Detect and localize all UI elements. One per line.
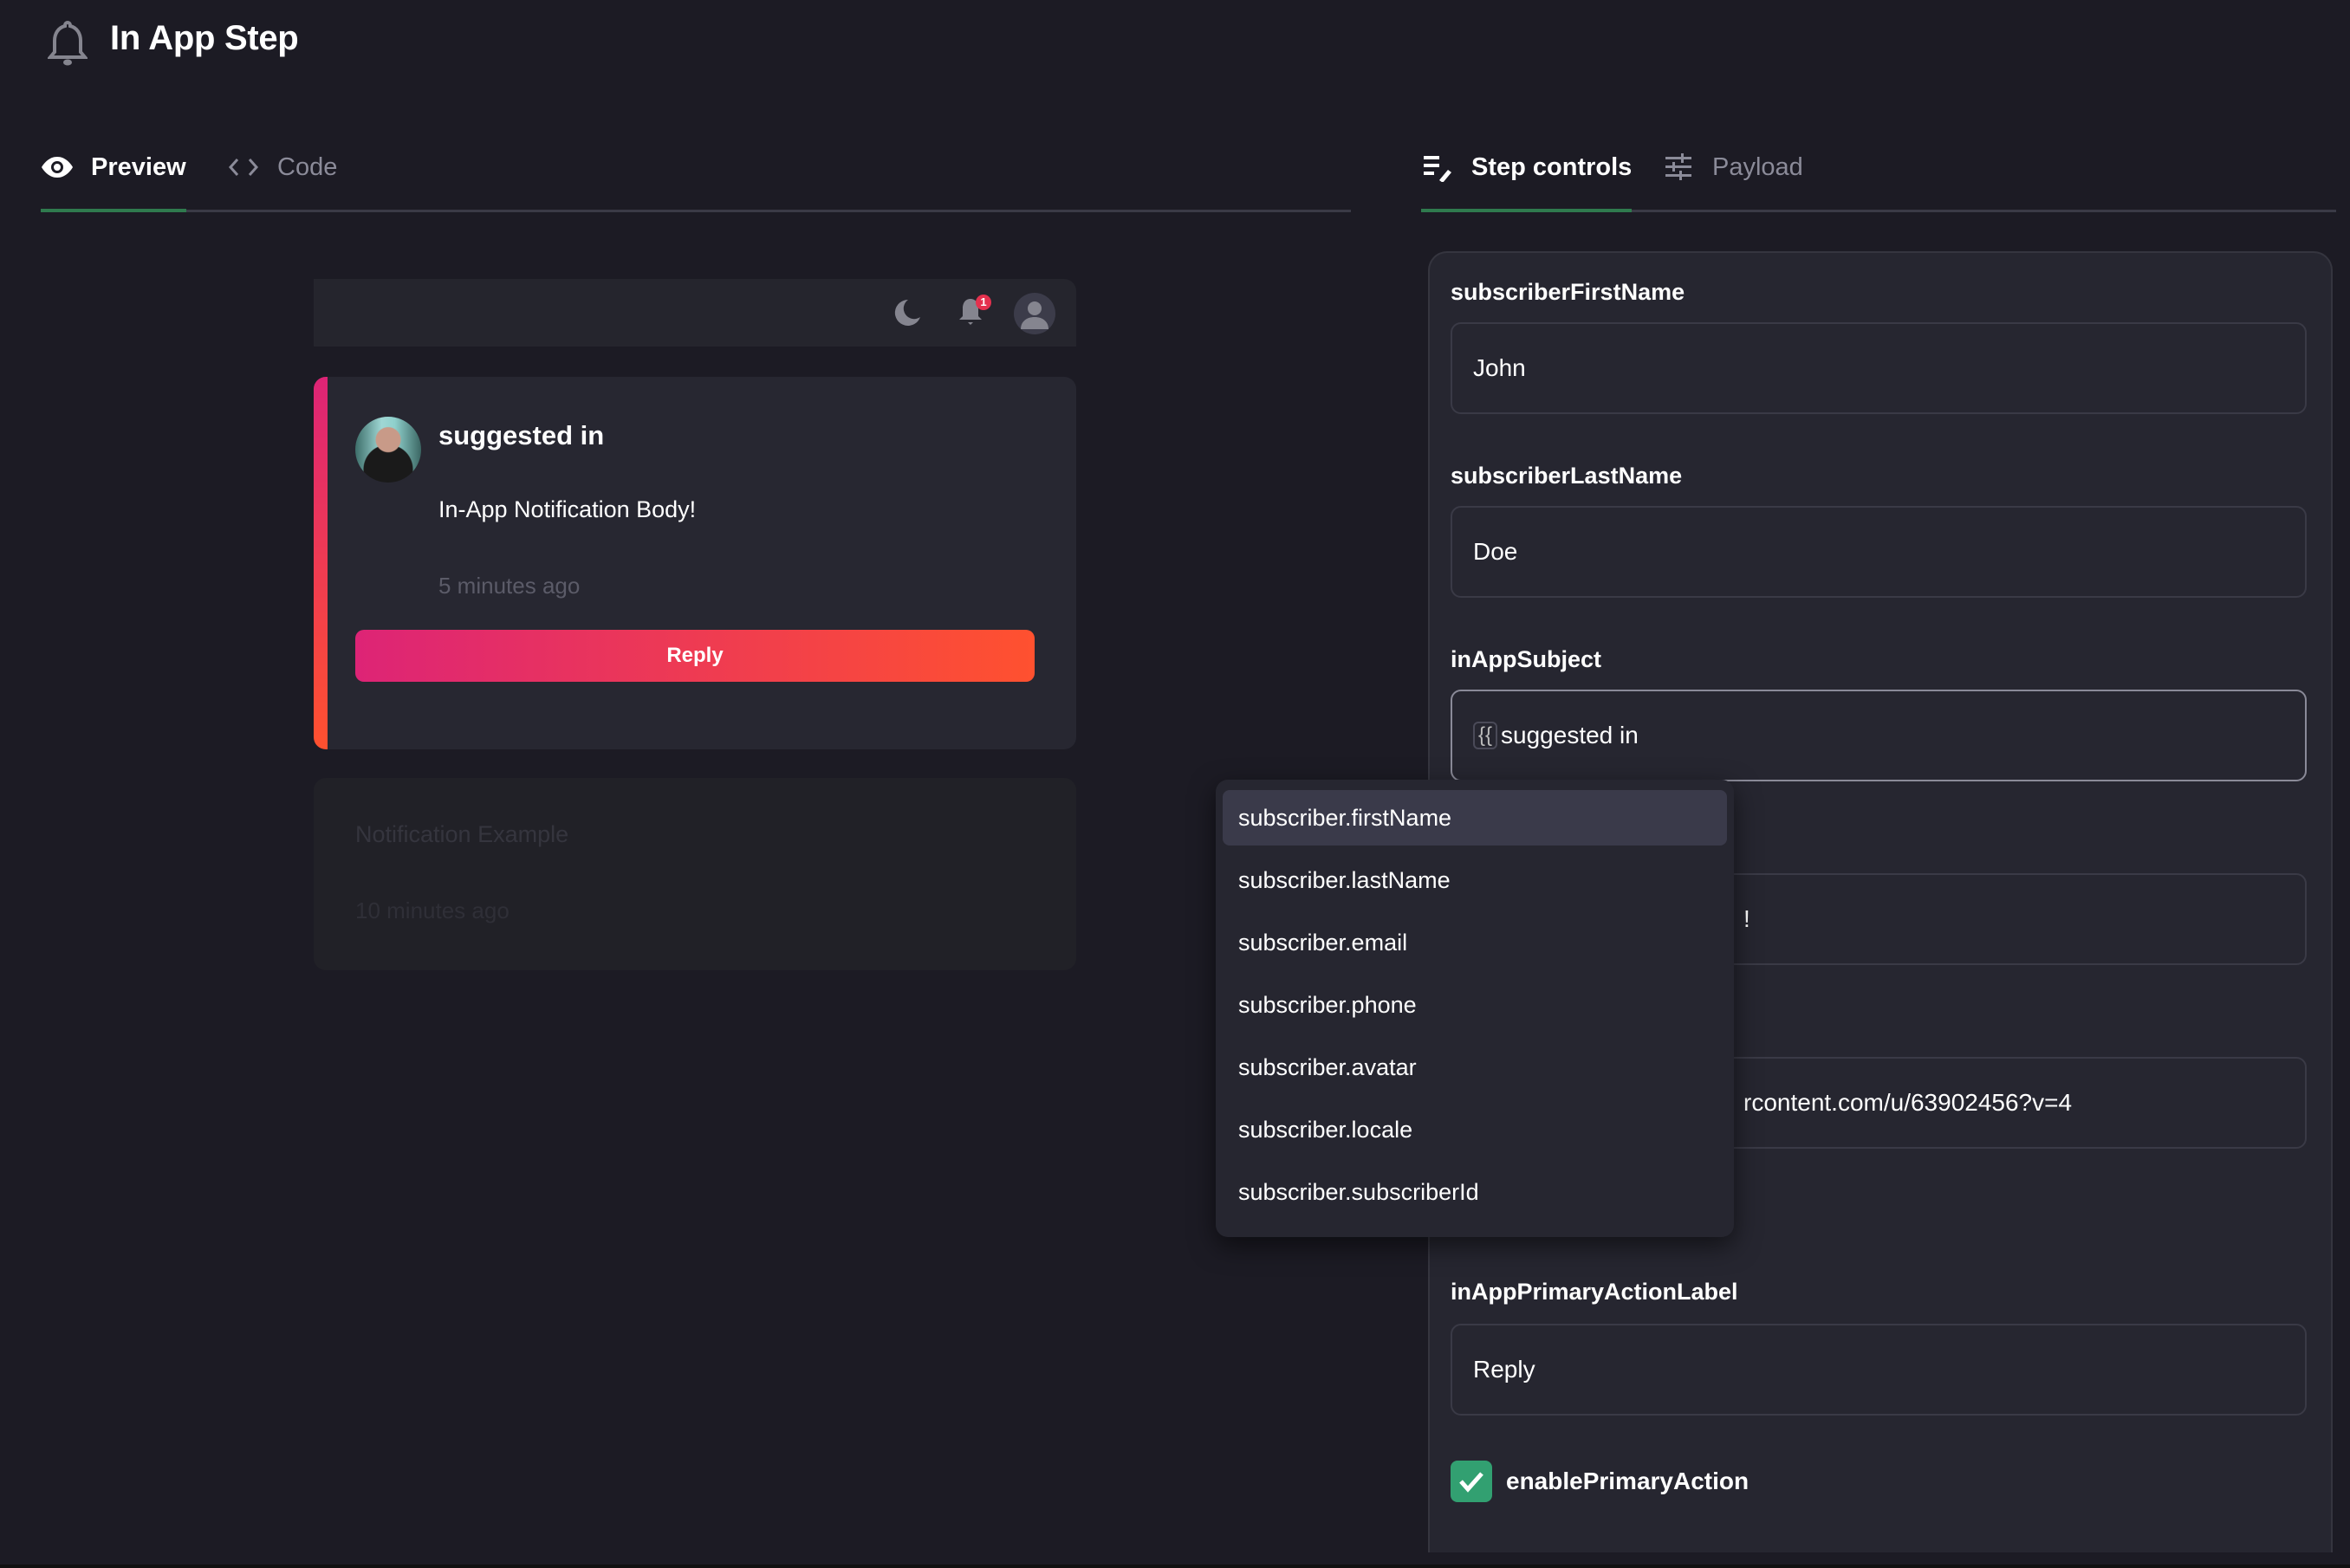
autocomplete-option[interactable]: subscriber.phone — [1223, 977, 1727, 1033]
page-title: In App Step — [110, 19, 299, 57]
in-app-subject-input[interactable]: {{ suggested in — [1451, 690, 2307, 781]
bottom-edge — [0, 1565, 2350, 1568]
autocomplete-option[interactable]: subscriber.firstName — [1223, 790, 1727, 846]
autocomplete-option[interactable]: subscriber.avatar — [1223, 1040, 1727, 1095]
input-value: Doe — [1473, 538, 1518, 565]
autocomplete-option[interactable]: subscriber.locale — [1223, 1102, 1727, 1157]
inbox-header: 1 — [314, 279, 1076, 347]
sender-avatar — [355, 417, 421, 483]
notification-time: 5 minutes ago — [438, 573, 581, 599]
user-avatar[interactable] — [1014, 293, 1055, 334]
controls-tabbar: Step controls Payload — [1421, 130, 2336, 212]
input-value: rcontent.com/u/63902456?v=4 — [1743, 1089, 2073, 1116]
moon-icon[interactable] — [893, 298, 922, 332]
input-value: Reply — [1473, 1356, 1535, 1383]
unread-badge: 1 — [976, 295, 991, 310]
tab-label: Preview — [91, 153, 186, 181]
preview-tabbar: Preview Code — [41, 130, 1351, 212]
tab-step-controls[interactable]: Step controls — [1421, 151, 1633, 212]
input-value: John — [1473, 354, 1526, 381]
tab-preview[interactable]: Preview — [41, 151, 186, 212]
input-value: suggested in — [1501, 722, 1639, 748]
tab-code[interactable]: Code — [227, 151, 337, 210]
primary-action-button[interactable]: Reply — [355, 630, 1035, 682]
field-label-in-app-primary-action-label: inAppPrimaryActionLabel — [1451, 1279, 1738, 1305]
tab-label: Code — [277, 153, 338, 181]
check-icon — [1459, 1472, 1483, 1493]
field-label-in-app-subject: inAppSubject — [1451, 646, 1601, 672]
notification-body: In-App Notification Body! — [438, 496, 697, 522]
autocomplete-option[interactable]: subscriber.lastName — [1223, 852, 1727, 908]
input-value: ! — [1743, 905, 1750, 932]
variable-autocomplete-dropdown: subscriber.firstName subscriber.lastName… — [1216, 780, 1734, 1237]
example-notification-card: Notification Example 10 minutes ago — [314, 778, 1076, 970]
eye-icon — [41, 151, 74, 184]
autocomplete-option[interactable]: subscriber.email — [1223, 915, 1727, 970]
field-label-subscriber-last-name: subscriberLastName — [1451, 463, 1683, 489]
subscriber-last-name-input[interactable]: Doe — [1451, 506, 2307, 598]
notification-subject: suggested in — [438, 420, 605, 450]
enable-primary-action-label: enablePrimaryAction — [1506, 1468, 1750, 1494]
sliders-icon — [1662, 151, 1695, 184]
variable-chip[interactable]: {{ — [1473, 722, 1498, 749]
tab-label: Payload — [1712, 153, 1803, 181]
notification-card[interactable]: suggested in In-App Notification Body! 5… — [314, 377, 1076, 749]
subscriber-first-name-input[interactable]: John — [1451, 322, 2307, 414]
edit-list-icon — [1421, 151, 1454, 184]
in-app-primary-action-label-input[interactable]: Reply — [1451, 1324, 2307, 1416]
unread-accent-bar — [314, 377, 328, 749]
tab-payload[interactable]: Payload — [1662, 151, 1803, 210]
autocomplete-option[interactable]: subscriber.subscriberId — [1223, 1164, 1727, 1220]
example-notification-time: 10 minutes ago — [355, 897, 510, 923]
bell-icon — [46, 19, 89, 68]
example-notification-title: Notification Example — [355, 821, 569, 847]
tab-label: Step controls — [1471, 153, 1633, 181]
code-icon — [227, 151, 260, 184]
enable-primary-action-checkbox[interactable] — [1451, 1461, 1492, 1502]
field-label-subscriber-first-name: subscriberFirstName — [1451, 279, 1685, 305]
